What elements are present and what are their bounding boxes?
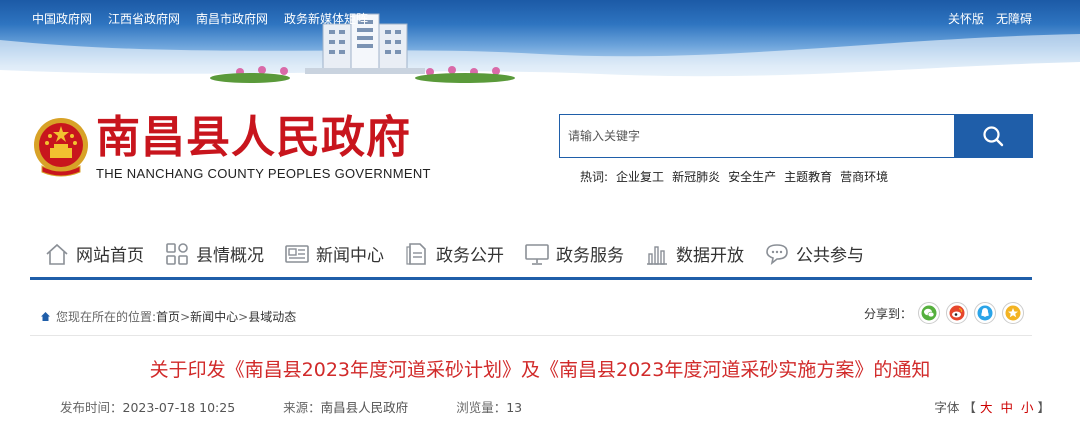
publish-time-label: 发布时间： <box>60 400 123 415</box>
nav-item-news[interactable]: 新闻中心 <box>284 234 384 274</box>
breadcrumb-prefix: 您现在所在的位置: <box>56 310 157 324</box>
hot-words-label: 热词: <box>580 170 609 184</box>
topbar-link-jiangxi[interactable]: 江西省政府网 <box>108 10 180 27</box>
wechat-icon <box>921 305 937 321</box>
hot-word[interactable]: 主题教育 <box>784 168 832 185</box>
home-small-icon <box>41 312 50 321</box>
nav-item-county-profile[interactable]: 县情概况 <box>164 234 264 274</box>
search-box <box>559 114 1033 158</box>
share-wechat-button[interactable] <box>918 302 940 324</box>
share-label: 分享到： <box>863 306 912 321</box>
share-weibo-button[interactable] <box>946 302 968 324</box>
font-size-medium[interactable]: 中 <box>1000 400 1013 415</box>
hot-word[interactable]: 企业复工 <box>616 168 664 185</box>
article-source: 来源：南昌县人民政府 <box>283 397 408 416</box>
breadcrumb: 您现在所在的位置: 首页 > 新闻中心 > 县域动态 分享到： <box>30 298 1032 336</box>
nav-item-label: 县情概况 <box>196 246 264 266</box>
breadcrumb-news-center[interactable]: 新闻中心 <box>190 308 238 325</box>
nav-item-gov-affairs-open[interactable]: 政务公开 <box>404 234 504 274</box>
document-icon <box>406 242 426 265</box>
topbar-links: 中国政府网 江西省政府网 南昌市政府网 政务新媒体矩阵 <box>32 10 368 27</box>
nav-item-label: 网站首页 <box>76 246 144 266</box>
qzone-icon <box>1005 305 1021 321</box>
views-label: 浏览量： <box>456 400 507 415</box>
views-value: 13 <box>506 400 523 415</box>
topbar-accessibility: 关怀版 无障碍 <box>948 10 1032 27</box>
search-icon <box>983 126 1004 147</box>
qq-icon <box>977 305 993 321</box>
breadcrumb-separator: > <box>180 309 191 324</box>
chat-icon <box>766 243 788 265</box>
view-count: 浏览量：13 <box>456 397 522 416</box>
source-value: 南昌县人民政府 <box>320 400 409 415</box>
nav-item-label: 公共参与 <box>796 246 864 266</box>
hot-word[interactable]: 营商环境 <box>840 168 888 185</box>
font-size-large[interactable]: 大 <box>980 400 993 415</box>
monitor-icon <box>525 243 549 265</box>
search-button[interactable] <box>954 115 1032 157</box>
topbar-link-media-matrix[interactable]: 政务新媒体矩阵 <box>284 10 368 27</box>
nav-item-home[interactable]: 网站首页 <box>44 234 144 274</box>
hot-word[interactable]: 新冠肺炎 <box>672 168 720 185</box>
share-qq-button[interactable] <box>974 302 996 324</box>
national-emblem-logo <box>34 118 88 177</box>
hot-words: 热词: 企业复工 新冠肺炎 安全生产 主题教育 营商环境 <box>580 168 888 185</box>
source-label: 来源： <box>283 400 321 415</box>
site-title: 南昌县人民政府 <box>96 112 411 163</box>
nav-item-label: 政务服务 <box>556 246 624 266</box>
bar-chart-icon <box>647 245 667 265</box>
bracket-close: 】 <box>1037 400 1050 415</box>
font-size-switcher: 字体 【大中小】 <box>934 397 1050 416</box>
nav-item-label: 数据开放 <box>676 246 744 266</box>
nav-item-label: 政务公开 <box>436 246 504 266</box>
nav-item-label: 新闻中心 <box>316 246 384 266</box>
top-banner: 中国政府网 江西省政府网 南昌市政府网 政务新媒体矩阵 关怀版 无障碍 <box>0 0 1080 92</box>
grid-icon <box>166 242 188 265</box>
newspaper-icon <box>285 244 309 263</box>
article-title: 关于印发《南昌县2023年度河道采砂计划》及《南昌县2023年度河道采砂实施方案… <box>149 359 931 381</box>
weibo-icon <box>949 305 965 321</box>
care-mode-link[interactable]: 关怀版 <box>948 10 984 27</box>
nav-item-public-participation[interactable]: 公共参与 <box>764 234 864 274</box>
share-bar: 分享到： <box>864 302 1024 324</box>
home-icon <box>46 243 68 265</box>
bracket-open: 【 <box>963 400 976 415</box>
hot-word[interactable]: 安全生产 <box>728 168 776 185</box>
nav-item-open-data[interactable]: 数据开放 <box>644 234 744 274</box>
font-size-label: 字体 <box>934 400 960 415</box>
site-subtitle: THE NANCHANG COUNTY PEOPLES GOVERNMENT <box>96 166 431 181</box>
breadcrumb-county-news[interactable]: 县域动态 <box>248 308 296 325</box>
breadcrumb-home[interactable]: 首页 <box>156 308 180 325</box>
main-nav: 网站首页 县情概况 新闻中心 政务公开 政务服务 数据开放 公共参与 <box>30 230 1032 280</box>
topbar-link-gov-cn[interactable]: 中国政府网 <box>32 10 92 27</box>
search-input[interactable] <box>560 115 954 157</box>
breadcrumb-separator: > <box>238 309 249 324</box>
nav-item-gov-services[interactable]: 政务服务 <box>524 234 624 274</box>
accessibility-link[interactable]: 无障碍 <box>996 10 1032 27</box>
publish-time-value: 2023-07-18 10:25 <box>122 400 236 415</box>
font-size-small[interactable]: 小 <box>1021 400 1034 415</box>
topbar-link-nanchang[interactable]: 南昌市政府网 <box>196 10 268 27</box>
share-qzone-button[interactable] <box>1002 302 1024 324</box>
article-meta: 发布时间：2023-07-18 10:25 来源：南昌县人民政府 浏览量：13 <box>60 397 1020 416</box>
publish-time: 发布时间：2023-07-18 10:25 <box>60 397 235 416</box>
